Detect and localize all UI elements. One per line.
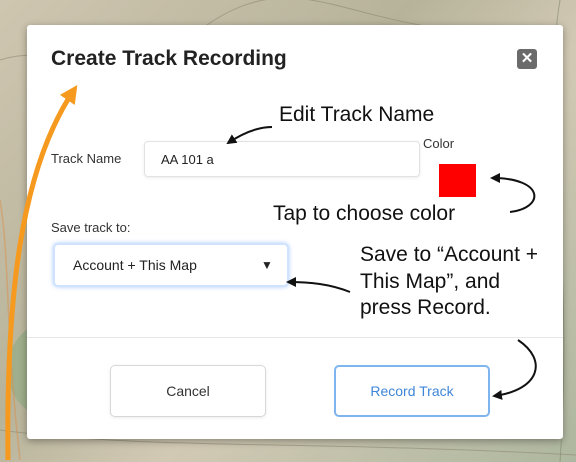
annotation-save-line1: Save to “Account +	[360, 243, 539, 266]
annotation-save-line2: This Map”, and	[360, 269, 501, 293]
annotation-tap-color: Tap to choose color	[273, 202, 456, 225]
footer-divider	[27, 337, 563, 338]
record-track-button[interactable]: Record Track	[334, 365, 490, 417]
save-track-select[interactable]: Account + This Map ▼	[53, 243, 289, 287]
track-name-label: Track Name	[51, 151, 122, 166]
color-swatch[interactable]	[439, 164, 476, 197]
save-track-label: Save track to:	[51, 220, 131, 235]
track-name-input[interactable]	[144, 141, 420, 177]
color-label: Color	[423, 136, 455, 151]
annotation-edit-name: Edit Track Name	[279, 103, 435, 126]
dialog-title: Create Track Recording	[51, 47, 287, 70]
cancel-button[interactable]: Cancel	[110, 365, 266, 417]
create-track-dialog: Create Track Recording ✕ Track Name Colo…	[27, 25, 563, 439]
annotation-save-line3: press Record.	[360, 296, 491, 320]
annotation-save-instructions: Save to “Account + This Map”, and press …	[360, 242, 538, 322]
close-icon[interactable]: ✕	[517, 49, 537, 69]
chevron-down-icon: ▼	[261, 258, 273, 272]
save-track-selected: Account + This Map	[73, 257, 197, 273]
